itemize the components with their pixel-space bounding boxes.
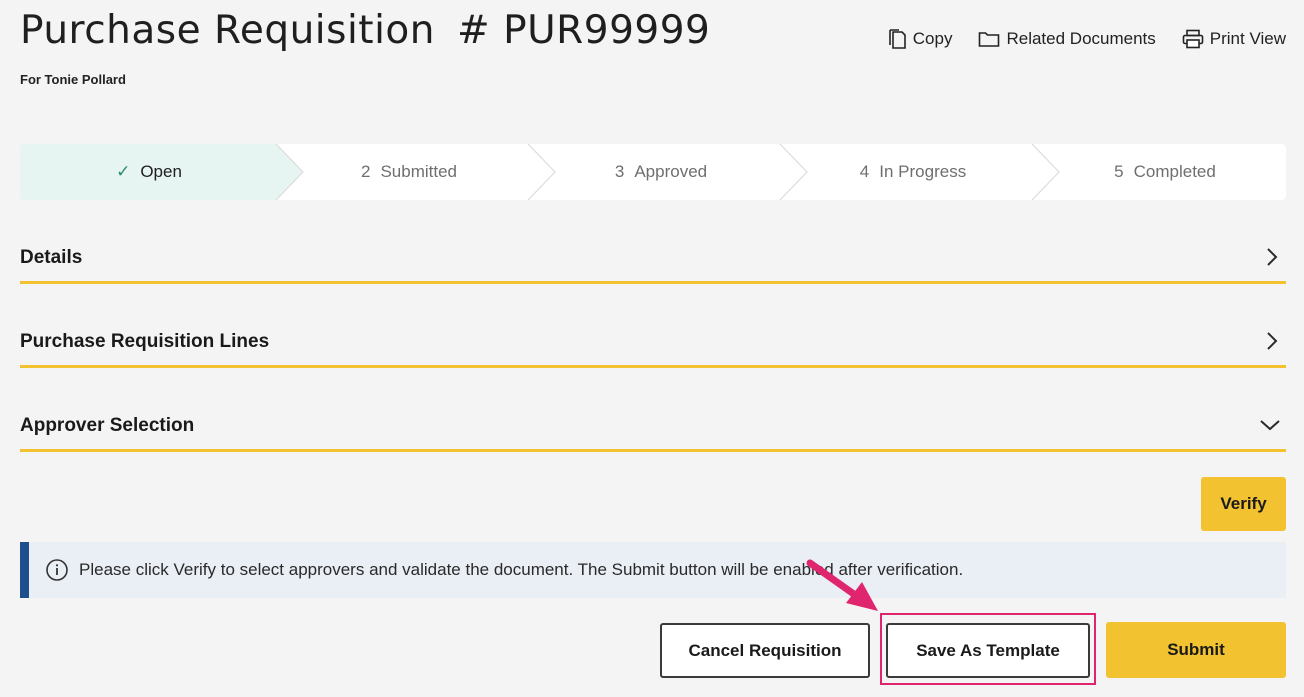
section-purchase-requisition-lines[interactable]: Purchase Requisition Lines — [20, 321, 1286, 368]
step-number: 2 — [360, 162, 371, 181]
copy-button[interactable]: Copy — [887, 28, 953, 50]
document-number: # PUR99999 — [457, 8, 711, 53]
annotation-arrow-icon — [806, 559, 878, 611]
info-icon — [45, 558, 69, 582]
verify-button[interactable]: Verify — [1201, 477, 1286, 531]
status-stepper: ✓ Open 2 Submitted 3 Approved 4 In Progr… — [20, 144, 1286, 200]
section-approver-selection[interactable]: Approver Selection — [20, 405, 1286, 452]
check-icon: ✓ — [116, 162, 131, 181]
step-label: In Progress — [879, 162, 967, 181]
step-label: Completed — [1133, 162, 1216, 181]
page-title-text: Purchase Requisition — [20, 8, 436, 53]
cancel-requisition-button[interactable]: Cancel Requisition — [660, 623, 870, 678]
step-in-progress: 4 In Progress — [786, 144, 1040, 200]
step-number: 3 — [614, 162, 625, 181]
highlight-box — [880, 613, 1096, 685]
page-title: Purchase Requisition # PUR99999 — [20, 8, 710, 53]
step-number: 5 — [1114, 162, 1124, 181]
submit-button[interactable]: Submit — [1106, 622, 1286, 678]
step-label: Open — [140, 162, 182, 181]
step-number: 4 — [859, 162, 870, 181]
related-documents-button[interactable]: Related Documents — [978, 29, 1156, 49]
step-completed: 5 Completed — [1038, 144, 1286, 200]
related-documents-label: Related Documents — [1006, 29, 1156, 48]
copy-icon — [887, 28, 907, 50]
section-label: Approver Selection — [20, 415, 195, 436]
chevron-right-icon — [1262, 329, 1282, 358]
copy-label: Copy — [912, 29, 953, 48]
chevron-right-icon — [1262, 245, 1282, 274]
section-details[interactable]: Details — [20, 237, 1286, 284]
step-approved: 3 Approved — [534, 144, 788, 200]
step-label: Approved — [634, 162, 708, 181]
requester-subtitle: For Tonie Pollard — [20, 72, 126, 87]
section-label: Purchase Requisition Lines — [20, 331, 270, 352]
step-label: Submitted — [380, 162, 457, 181]
info-banner: Please click Verify to select approvers … — [20, 542, 1286, 598]
step-submitted: 2 Submitted — [282, 144, 536, 200]
chevron-down-icon — [1258, 413, 1282, 442]
header-actions: Copy Related Documents Print View — [887, 28, 1286, 50]
printer-icon — [1182, 29, 1204, 49]
print-view-button[interactable]: Print View — [1182, 29, 1286, 49]
section-label: Details — [20, 247, 83, 268]
folder-icon — [978, 30, 1000, 48]
print-view-label: Print View — [1209, 29, 1286, 48]
step-open: ✓ Open — [20, 144, 278, 200]
